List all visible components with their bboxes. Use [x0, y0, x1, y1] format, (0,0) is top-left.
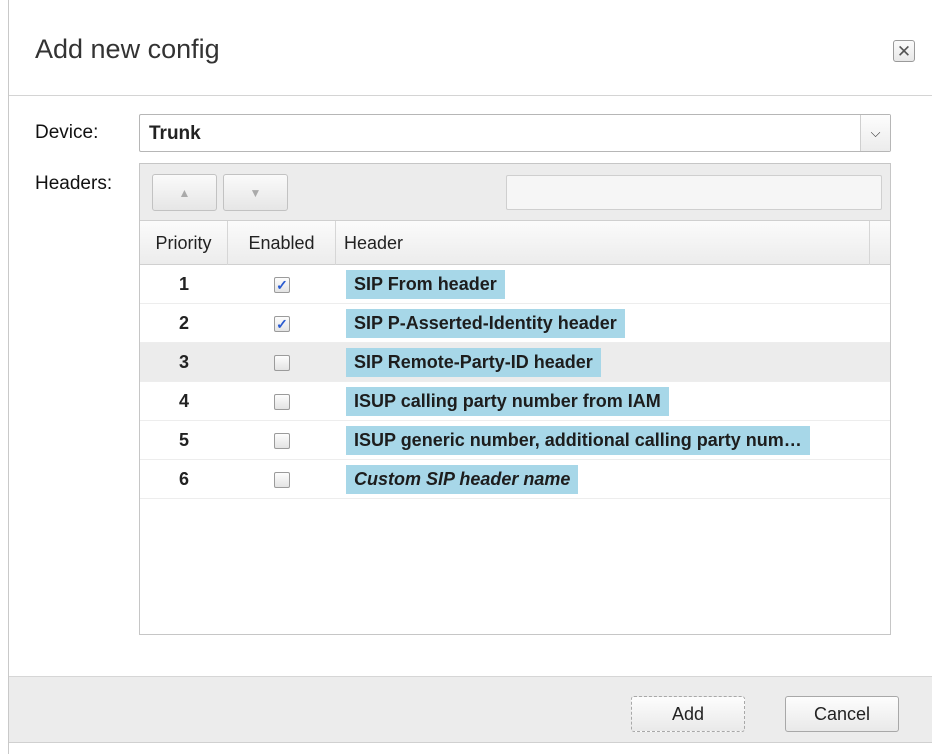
close-icon[interactable]: ✕ — [893, 40, 915, 62]
header-text: SIP From header — [354, 274, 497, 294]
triangle-down-icon: ▼ — [249, 185, 262, 200]
dialog-footer: Add Cancel — [9, 676, 932, 742]
enabled-cell — [228, 421, 336, 460]
header-cell[interactable]: ISUP generic number, additional calling … — [346, 426, 810, 455]
header-cell[interactable]: Custom SIP header name — [346, 465, 579, 494]
enabled-cell — [228, 382, 336, 421]
enabled-cell — [228, 343, 336, 382]
table-row[interactable]: 4 ISUP calling party number from IAM — [140, 382, 890, 421]
search-input[interactable] — [506, 175, 882, 210]
add-config-dialog: Add new config ✕ Device: Trunk ⌵ Headers… — [8, 0, 932, 754]
priority-cell: 4 — [178, 391, 189, 411]
column-header-priority[interactable]: Priority — [140, 221, 228, 265]
table-row[interactable]: 6 Custom SIP header name — [140, 460, 890, 499]
dialog-bottom-edge — [9, 742, 932, 754]
enabled-checkbox[interactable]: ✓ — [274, 315, 290, 332]
headers-grid: ▲ ▼ Priority Enabled Header 1 ✓ SIP From h… — [139, 163, 891, 635]
add-button[interactable]: Add — [631, 696, 745, 732]
header-cell[interactable]: ISUP calling party number from IAM — [346, 387, 669, 416]
dialog-titlebar: Add new config ✕ — [9, 0, 932, 96]
device-label: Device: — [35, 122, 99, 143]
table-row[interactable]: 2 ✓ SIP P-Asserted-Identity header — [140, 304, 890, 343]
enabled-checkbox[interactable] — [274, 393, 290, 410]
checkmark-icon: ✓ — [276, 315, 288, 332]
cancel-button[interactable]: Cancel — [785, 696, 899, 732]
enabled-cell — [228, 460, 336, 499]
enabled-checkbox[interactable] — [274, 471, 290, 488]
grid-header-row: Priority Enabled Header — [140, 221, 890, 265]
priority-cell: 3 — [178, 352, 189, 372]
triangle-up-icon: ▲ — [178, 185, 191, 200]
grid-toolbar: ▲ ▼ — [140, 164, 890, 221]
grid-rows: 1 ✓ SIP From header 2 ✓ SIP P-Asserted-Identi… — [140, 265, 890, 499]
enabled-checkbox[interactable] — [274, 354, 290, 371]
enabled-checkbox[interactable]: ✓ — [274, 276, 290, 293]
priority-cell: 1 — [178, 274, 189, 294]
device-select[interactable]: Trunk ⌵ — [139, 114, 891, 152]
header-text: ISUP calling party number from IAM — [354, 391, 661, 411]
dialog-title: Add new config — [35, 34, 220, 64]
enabled-checkbox[interactable] — [274, 432, 290, 449]
move-up-button[interactable]: ▲ — [152, 174, 217, 211]
header-cell[interactable]: SIP P-Asserted-Identity header — [346, 309, 625, 338]
table-row[interactable]: 3 SIP Remote-Party-ID header — [140, 343, 890, 382]
headers-label: Headers: — [35, 173, 113, 194]
header-text: SIP P-Asserted-Identity header — [354, 313, 617, 333]
checkmark-icon: ✓ — [276, 276, 288, 293]
table-row[interactable]: 1 ✓ SIP From header — [140, 265, 890, 304]
header-text: SIP Remote-Party-ID header — [354, 352, 593, 372]
priority-cell: 2 — [178, 313, 189, 333]
move-down-button[interactable]: ▼ — [223, 174, 288, 211]
enabled-cell: ✓ — [228, 265, 336, 304]
header-text: Custom SIP header name — [354, 469, 571, 489]
chevron-down-icon[interactable]: ⌵ — [860, 115, 890, 151]
device-select-value: Trunk — [149, 123, 201, 144]
column-header-enabled[interactable]: Enabled — [228, 221, 336, 265]
header-cell[interactable]: SIP From header — [346, 270, 505, 299]
column-header-header[interactable]: Header — [336, 221, 870, 265]
header-cell[interactable]: SIP Remote-Party-ID header — [346, 348, 601, 377]
priority-cell: 5 — [178, 430, 189, 450]
priority-cell: 6 — [178, 469, 189, 489]
table-row[interactable]: 5 ISUP generic number, additional calling… — [140, 421, 890, 460]
header-text: ISUP generic number, additional calling … — [354, 430, 802, 450]
enabled-cell: ✓ — [228, 304, 336, 343]
